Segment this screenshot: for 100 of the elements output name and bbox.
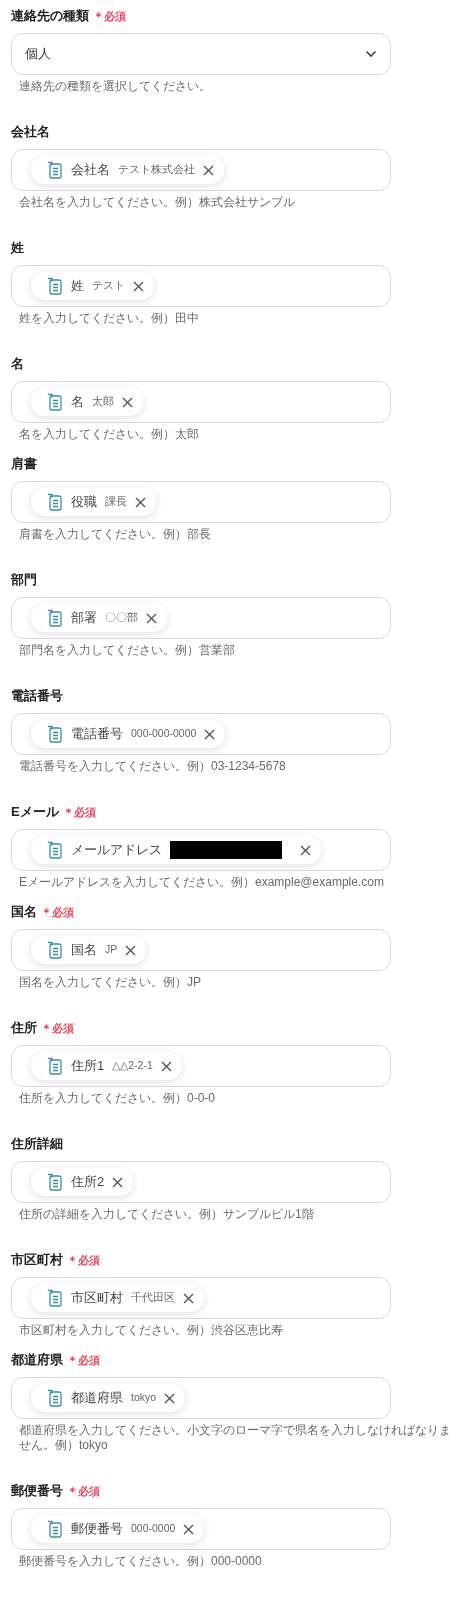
chip-name: 会社名 <box>71 161 110 180</box>
chip-name: 郵便番号 <box>71 1520 123 1539</box>
variable-chip[interactable]: 市区町村 千代田区 <box>31 1284 204 1312</box>
input-field[interactable]: 住所2 <box>11 1161 391 1203</box>
chip-name: 市区町村 <box>71 1289 123 1308</box>
variable-chip[interactable]: 名 太郎 <box>31 388 143 416</box>
required-mark: ＊必須 <box>41 1020 74 1036</box>
help-text: 電話番号を入力してください。例）03-1234-5678 <box>19 759 287 774</box>
required-mark: ＊必須 <box>93 8 126 24</box>
chip-name: 部署 <box>71 609 97 628</box>
chevron-down-icon <box>365 50 377 58</box>
close-icon[interactable] <box>122 396 133 408</box>
chip-value: テスト <box>92 278 125 294</box>
chip-name: 役職 <box>71 493 97 512</box>
variable-chip[interactable]: 会社名 テスト株式会社 <box>31 156 224 184</box>
chip-value: tokyo <box>131 1390 157 1406</box>
help-text: 部門名を入力してください。例）営業部 <box>19 643 236 658</box>
variable-chip[interactable]: 住所1 △△2-2-1 <box>31 1052 182 1080</box>
select-field[interactable]: 個人 <box>11 33 391 75</box>
field-label: 名 <box>11 355 24 374</box>
input-field[interactable]: 姓 テスト <box>11 265 391 307</box>
help-text: 姓を入力してください。例）田中 <box>19 311 200 326</box>
field-label: 部門 <box>11 571 37 590</box>
chip-value: 太郎 <box>92 394 114 410</box>
chip-name: 住所1 <box>71 1057 105 1076</box>
document-icon <box>47 609 63 627</box>
close-icon[interactable] <box>160 1060 172 1072</box>
chip-value: 千代田区 <box>131 1290 175 1306</box>
input-field[interactable]: 住所1 △△2-2-1 <box>11 1045 391 1087</box>
input-field[interactable]: 名 太郎 <box>11 381 391 423</box>
input-field[interactable]: 役職 課長 <box>11 481 391 523</box>
field-label: 電話番号 <box>11 687 63 706</box>
help-text: 郵便番号を入力してください。例）000-0000 <box>19 1554 263 1569</box>
input-field[interactable]: 会社名 テスト株式会社 <box>11 149 391 191</box>
required-mark: ＊必須 <box>67 1252 100 1268</box>
document-icon <box>47 841 63 859</box>
field-label: 国名 <box>11 903 37 922</box>
input-field[interactable]: 市区町村 千代田区 <box>11 1277 391 1319</box>
field-label: 住所詳細 <box>11 1135 63 1154</box>
input-field[interactable]: 国名 JP <box>11 929 391 971</box>
document-icon <box>47 1520 63 1538</box>
help-text: 住所の詳細を入力してください。例）サンプルビル1階 <box>19 1207 315 1222</box>
variable-chip[interactable]: 役職 課長 <box>31 488 156 516</box>
chip-name: 名 <box>71 393 84 412</box>
variable-chip[interactable]: 住所2 <box>31 1168 134 1196</box>
chip-value: JP <box>105 942 118 958</box>
required-mark: ＊必須 <box>41 904 74 920</box>
field-label: 肩書 <box>11 455 37 474</box>
document-icon <box>47 941 63 959</box>
close-icon[interactable] <box>164 1392 176 1404</box>
input-field[interactable]: 部署 〇〇部 <box>11 597 391 639</box>
close-icon[interactable] <box>203 164 214 176</box>
variable-chip[interactable]: 郵便番号 000-0000 <box>31 1515 205 1543</box>
document-icon <box>47 1289 63 1307</box>
field-label: 住所 <box>11 1019 37 1038</box>
field-label: 市区町村 <box>11 1251 63 1270</box>
input-field[interactable]: 郵便番号 000-0000 <box>11 1508 391 1550</box>
chip-value: 000-000-0000 <box>131 726 197 742</box>
close-icon[interactable] <box>112 1176 124 1188</box>
document-icon <box>47 393 63 411</box>
close-icon[interactable] <box>183 1292 194 1304</box>
chip-name: 住所2 <box>71 1173 105 1192</box>
input-field[interactable]: 電話番号 000-000-0000 <box>11 713 391 755</box>
field-label: 連絡先の種類 <box>11 7 89 26</box>
document-icon <box>47 493 63 511</box>
document-icon <box>47 1057 63 1075</box>
help-text: 名を入力してください。例）太郎 <box>19 427 200 442</box>
chip-name: 姓 <box>71 277 84 296</box>
required-mark: ＊必須 <box>67 1483 100 1499</box>
variable-chip[interactable]: 姓 テスト <box>31 272 154 300</box>
close-icon[interactable] <box>135 496 146 508</box>
help-text: 住所を入力してください。例）0-0-0 <box>19 1091 216 1106</box>
field-label: 姓 <box>11 239 24 258</box>
chip-name: 都道府県 <box>71 1389 123 1408</box>
variable-chip[interactable]: 都道府県 tokyo <box>31 1384 186 1412</box>
field-label: 郵便番号 <box>11 1482 63 1501</box>
variable-chip[interactable]: メールアドレス <box>31 836 321 864</box>
variable-chip[interactable]: 電話番号 000-000-0000 <box>31 720 226 748</box>
input-field[interactable]: メールアドレス <box>11 829 391 871</box>
chip-value: 000-0000 <box>131 1521 176 1537</box>
close-icon[interactable] <box>133 280 144 292</box>
close-icon[interactable] <box>183 1523 195 1535</box>
close-icon[interactable] <box>204 728 216 740</box>
help-text: 市区町村を入力してください。例）渋谷区恵比寿 <box>19 1323 284 1338</box>
field-label: 会社名 <box>11 123 50 142</box>
close-icon[interactable] <box>125 944 137 956</box>
help-text: 肩書を入力してください。例）部長 <box>19 527 212 542</box>
help-text: 都道府県を入力してください。小文字のローマ字で県名を入力しなければなりません。例）tokyo <box>19 1423 452 1453</box>
close-icon[interactable] <box>300 844 311 856</box>
document-icon <box>47 161 63 179</box>
close-icon[interactable] <box>146 612 157 624</box>
input-field[interactable]: 都道府県 tokyo <box>11 1377 391 1419</box>
document-icon <box>47 277 63 295</box>
document-icon <box>47 1389 63 1407</box>
field-label: 都道府県 <box>11 1351 63 1370</box>
variable-chip[interactable]: 国名 JP <box>31 936 147 964</box>
required-mark: ＊必須 <box>62 804 96 820</box>
chip-value: テスト株式会社 <box>118 162 195 178</box>
variable-chip[interactable]: 部署 〇〇部 <box>31 604 167 632</box>
chip-value: △△2-2-1 <box>112 1058 153 1074</box>
